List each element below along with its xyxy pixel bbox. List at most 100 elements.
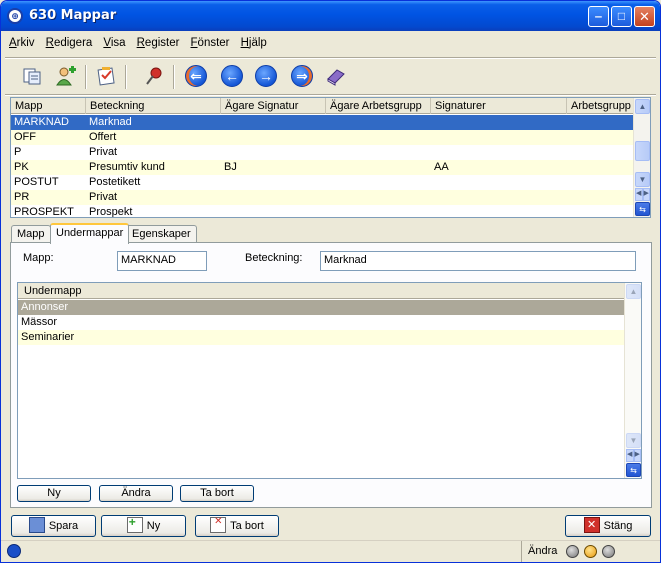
close-window-button[interactable]: ✕ Stäng — [565, 515, 651, 537]
pin-icon[interactable] — [141, 63, 167, 89]
close-button[interactable]: ✕ — [634, 6, 655, 27]
book-icon[interactable] — [323, 63, 349, 89]
lock-icon — [7, 544, 21, 558]
title-bar[interactable]: ⊕ 630 Mappar ‒ □ ✕ — [1, 1, 660, 31]
list-item-label: Seminarier — [21, 331, 75, 343]
status-mode: Ändra — [528, 545, 558, 557]
floppy-icon — [28, 517, 45, 534]
list-item[interactable]: Seminarier — [18, 330, 625, 345]
scroll-up-icon[interactable]: ▲ — [635, 99, 650, 114]
menu-redigera[interactable]: Redigera — [42, 34, 97, 52]
scroll-thumb[interactable] — [635, 141, 650, 161]
menu-register[interactable]: Register — [133, 34, 184, 52]
save-label: Spara — [48, 520, 79, 532]
first-record-icon[interactable]: ⇐ — [183, 63, 209, 89]
col-agare-signatur[interactable]: Ägare Signatur — [221, 98, 326, 114]
sub-edit-button[interactable]: Ändra — [99, 485, 173, 502]
table-row[interactable]: POSTUT Postetikett — [11, 175, 634, 190]
folders-grid[interactable]: Mapp Beteckning Ägare Signatur Ägare Arb… — [10, 97, 651, 218]
table-cell: Privat — [89, 146, 118, 158]
beteckning-field[interactable]: Marknad — [320, 251, 636, 271]
expand-icon[interactable]: ⇆ — [635, 202, 650, 216]
previous-record-icon[interactable]: ← — [219, 63, 245, 89]
table-row[interactable]: OFF Offert — [11, 130, 634, 145]
copy-folders-icon[interactable] — [19, 63, 45, 89]
add-user-icon[interactable] — [53, 63, 79, 89]
list-item-label: Mässor — [21, 316, 58, 328]
grid-scrollbar[interactable]: ▲ ▼ ◀ ▶ ⇆ — [633, 98, 650, 217]
grid-header: Mapp Beteckning Ägare Signatur Ägare Arb… — [11, 98, 634, 114]
scroll-down-icon[interactable]: ▼ — [626, 433, 641, 448]
table-cell: MARKNAD — [14, 116, 70, 128]
col-agare-arbetsgrupp[interactable]: Ägare Arbetsgrupp — [326, 98, 431, 114]
table-row[interactable]: PROSPEKT Prospekt — [11, 205, 634, 218]
menu-separator — [5, 57, 656, 59]
col-arbetsgrupp[interactable]: Arbetsgrupp — [567, 98, 634, 114]
status-bar: Ändra — [1, 540, 660, 562]
window-title: 630 Mappar — [29, 8, 117, 23]
tab-egenskaper[interactable]: Egenskaper — [126, 225, 197, 243]
table-row[interactable]: MARKNAD Marknad — [11, 115, 634, 130]
col-beteckning[interactable]: Beteckning — [86, 98, 221, 114]
scroll-down-icon[interactable]: ▼ — [635, 172, 650, 187]
table-row[interactable]: P Privat — [11, 145, 634, 160]
status-light-yellow-icon — [584, 545, 597, 558]
col-undermapp[interactable]: Undermapp — [18, 283, 625, 299]
mapp-field[interactable]: MARKNAD — [117, 251, 207, 271]
subgrid-scrollbar[interactable]: ▲ ▼ ◀ ▶ ⇆ — [624, 283, 641, 478]
list-item[interactable]: Annonser — [18, 300, 625, 315]
menu-fonster[interactable]: Fönster — [187, 34, 234, 52]
table-cell: PR — [14, 191, 30, 203]
col-signaturer[interactable]: Signaturer — [431, 98, 567, 114]
scroll-up-icon[interactable]: ▲ — [626, 284, 641, 299]
table-row[interactable]: PK Presumtiv kund BJ AA — [11, 160, 634, 175]
list-item[interactable]: Mässor — [18, 315, 625, 330]
sub-delete-button[interactable]: Ta bort — [180, 485, 254, 502]
status-light-green-icon — [602, 545, 615, 558]
table-row[interactable]: PR Privat — [11, 190, 634, 205]
status-divider — [521, 541, 522, 562]
maximize-button[interactable]: □ — [611, 6, 632, 27]
table-cell: Postetikett — [89, 176, 141, 188]
app-icon[interactable]: ⊕ — [7, 8, 23, 24]
toolbar-separator — [125, 65, 127, 89]
new-document-icon: + — [126, 516, 143, 534]
undermappar-panel: Mapp: MARKNAD Beteckning: Marknad Underm… — [10, 242, 652, 508]
toolbar-separator-line — [5, 94, 656, 96]
scroll-leftright-icon[interactable]: ◀ ▶ — [635, 188, 650, 201]
subfolders-grid[interactable]: Undermapp Annonser Mässor Seminarier ▲ ▼ ◀… — [17, 282, 642, 479]
col-mapp[interactable]: Mapp — [11, 98, 86, 114]
next-record-icon[interactable]: → — [253, 63, 279, 89]
delete-label: Ta bort — [230, 520, 264, 532]
table-cell: AA — [434, 161, 449, 173]
tab-mapp[interactable]: Mapp — [11, 225, 51, 243]
menu-arkiv[interactable]: Arkiv — [5, 34, 39, 52]
last-record-icon[interactable]: ⇒ — [289, 63, 315, 89]
list-item-label: Annonser — [21, 301, 69, 313]
expand-icon[interactable]: ⇆ — [626, 463, 641, 477]
new-label: Ny — [146, 520, 161, 532]
close-icon: ✕ — [583, 517, 600, 534]
save-button[interactable]: Spara — [11, 515, 96, 537]
tab-undermappar[interactable]: Undermappar — [50, 223, 130, 244]
minimize-button[interactable]: ‒ — [588, 6, 609, 27]
toolbar-separator — [85, 65, 87, 89]
table-cell: PK — [14, 161, 29, 173]
menu-hjalp[interactable]: Hjälp — [237, 34, 271, 52]
beteckning-label: Beteckning: — [245, 252, 303, 264]
new-button[interactable]: + Ny — [101, 515, 186, 537]
toolbar-separator — [173, 65, 175, 89]
table-cell: Offert — [89, 131, 117, 143]
delete-button[interactable]: ✕ Ta bort — [195, 515, 279, 537]
scroll-leftright-icon[interactable]: ◀ ▶ — [626, 449, 641, 462]
table-cell: Prospekt — [89, 206, 133, 218]
subgrid-header: Undermapp — [18, 283, 625, 299]
menu-visa[interactable]: Visa — [99, 34, 129, 52]
sub-new-button[interactable]: Ny — [17, 485, 91, 502]
table-cell: P — [14, 146, 22, 158]
table-cell: Presumtiv kund — [89, 161, 165, 173]
table-cell: Marknad — [89, 116, 132, 128]
checklist-icon[interactable] — [93, 63, 119, 89]
table-cell: POSTUT — [14, 176, 59, 188]
menu-bar: Arkiv Redigera Visa Register Fönster Hjä… — [5, 34, 271, 54]
